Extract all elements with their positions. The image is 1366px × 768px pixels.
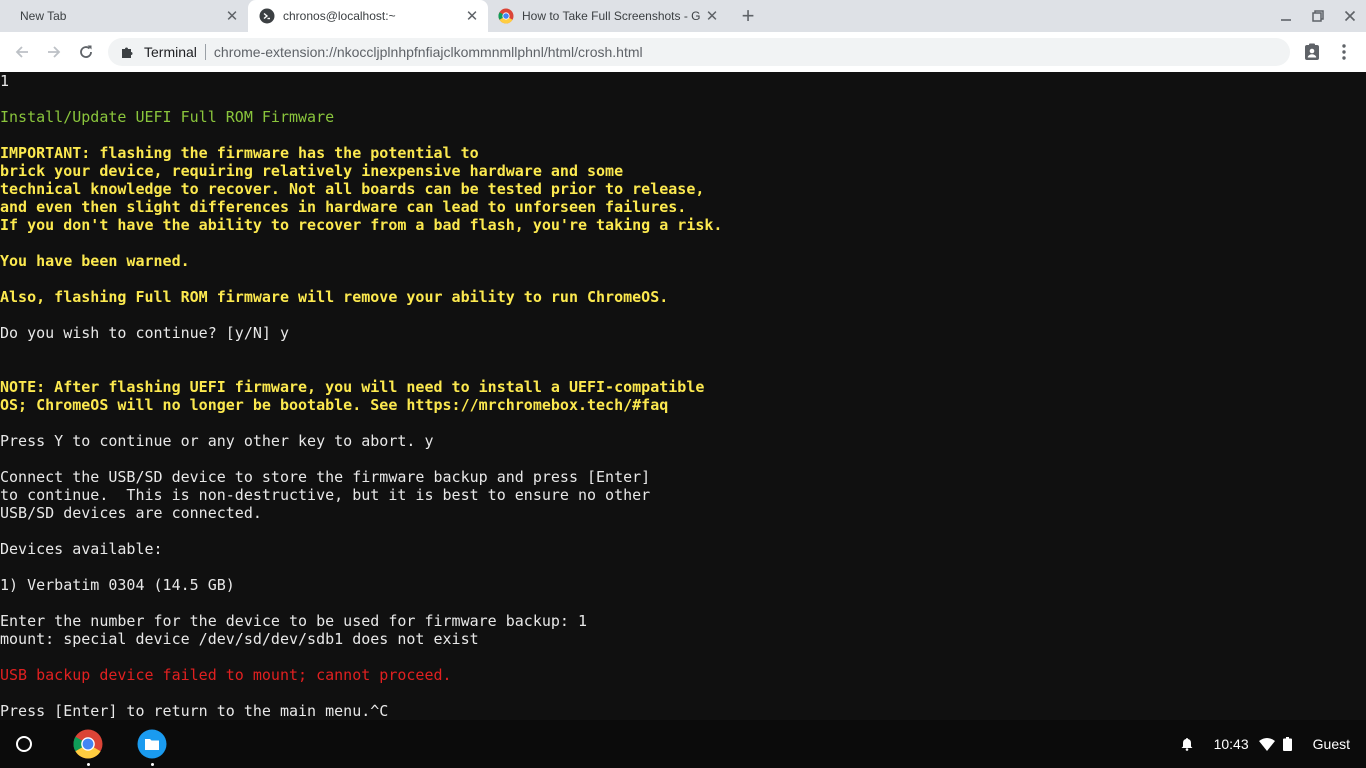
chrome-app-icon[interactable] — [73, 729, 103, 759]
terminal-line: Devices available: — [0, 540, 163, 558]
terminal-line: and even then slight differences in hard… — [0, 198, 687, 216]
terminal-line: Press [Enter] to return to the main menu… — [0, 702, 389, 720]
status-area[interactable]: 10:43 Guest — [1180, 720, 1366, 768]
terminal-line: 1 — [0, 72, 10, 90]
terminal-line: Do you wish to continue? [y/N] y — [0, 324, 289, 342]
close-window-button[interactable] — [1340, 6, 1360, 26]
address-bar[interactable]: Terminal chrome-extension://nkoccljplnhp… — [108, 38, 1290, 66]
user-name: Guest — [1312, 736, 1350, 752]
restore-button[interactable] — [1308, 6, 1328, 26]
extension-name: Terminal — [144, 44, 197, 60]
battery-icon — [1282, 737, 1292, 751]
close-icon[interactable]: ✕ — [704, 8, 720, 24]
profile-button[interactable] — [1300, 40, 1324, 64]
terminal-line: Install/Update UEFI Full ROM Firmware — [0, 108, 335, 126]
forward-button[interactable] — [42, 40, 66, 64]
tab-title: chronos@localhost:~ — [283, 9, 396, 23]
terminal-line: mount: special device /dev/sd/dev/sdb1 d… — [0, 630, 479, 648]
launcher-button[interactable] — [16, 736, 32, 752]
profile-card-icon — [1305, 43, 1319, 60]
minimize-icon — [1281, 19, 1291, 21]
tab-title: How to Take Full Screenshots - G — [522, 9, 701, 23]
terminal-line: You have been warned. — [0, 252, 190, 270]
close-icon — [1344, 10, 1356, 22]
omnibox-divider — [204, 44, 206, 60]
terminal-line: 1) Verbatim 0304 (14.5 GB) — [0, 576, 235, 594]
tab-new-tab[interactable]: New Tab ✕ — [8, 0, 248, 32]
terminal-output[interactable]: 1 Install/Update UEFI Full ROM Firmware IM… — [0, 72, 1366, 720]
back-button[interactable] — [10, 40, 34, 64]
terminal-line: USB/SD devices are connected. — [0, 504, 262, 522]
running-indicator — [151, 763, 154, 766]
tab-screenshot-article[interactable]: How to Take Full Screenshots - G ✕ — [488, 0, 728, 32]
files-app-icon[interactable] — [137, 729, 167, 759]
puzzle-extension-icon — [122, 47, 133, 58]
more-vertical-icon — [1342, 44, 1346, 60]
tab-title: New Tab — [20, 9, 67, 23]
browser-toolbar: Terminal chrome-extension://nkoccljplnhp… — [0, 32, 1366, 72]
minimize-button[interactable] — [1276, 6, 1296, 26]
tab-terminal[interactable]: chronos@localhost:~ ✕ — [248, 0, 488, 32]
terminal-line: Press Y to continue or any other key to … — [0, 432, 434, 450]
url-text[interactable]: chrome-extension://nkoccljplnhpfnfiajclk… — [214, 44, 643, 60]
new-tab-button[interactable]: + — [736, 4, 760, 28]
arrow-left-icon — [15, 46, 28, 58]
terminal-icon — [259, 8, 275, 24]
running-indicator — [87, 763, 90, 766]
terminal-line: IMPORTANT: flashing the firmware has the… — [0, 144, 479, 162]
close-icon[interactable]: ✕ — [464, 8, 480, 24]
reload-icon — [80, 45, 92, 58]
terminal-line: to continue. This is non-destructive, bu… — [0, 486, 651, 504]
restore-icon — [1312, 10, 1324, 22]
tab-strip: New Tab ✕ chronos@localhost:~ ✕ How to T… — [0, 0, 1366, 32]
terminal-line: technical knowledge to recover. Not all … — [0, 180, 705, 198]
terminal-line: If you don't have the ability to recover… — [0, 216, 723, 234]
reload-button[interactable] — [74, 40, 98, 64]
wifi-icon — [1258, 737, 1275, 751]
arrow-right-icon — [48, 46, 61, 58]
menu-button[interactable] — [1332, 40, 1356, 64]
notification-bell-icon — [1181, 738, 1193, 751]
terminal-line: USB backup device failed to mount; canno… — [0, 666, 452, 684]
terminal-line: Also, flashing Full ROM firmware will re… — [0, 288, 669, 306]
shelf: 10:43 Guest — [0, 720, 1366, 768]
terminal-line: OS; ChromeOS will no longer be bootable.… — [0, 396, 669, 414]
chrome-icon — [498, 8, 514, 24]
terminal-line: brick your device, requiring relatively … — [0, 162, 624, 180]
terminal-line: NOTE: After flashing UEFI firmware, you … — [0, 378, 705, 396]
clock: 10:43 — [1213, 736, 1249, 752]
terminal-line: Enter the number for the device to be us… — [0, 612, 587, 630]
close-icon[interactable]: ✕ — [224, 8, 240, 24]
terminal-line: Connect the USB/SD device to store the f… — [0, 468, 651, 486]
